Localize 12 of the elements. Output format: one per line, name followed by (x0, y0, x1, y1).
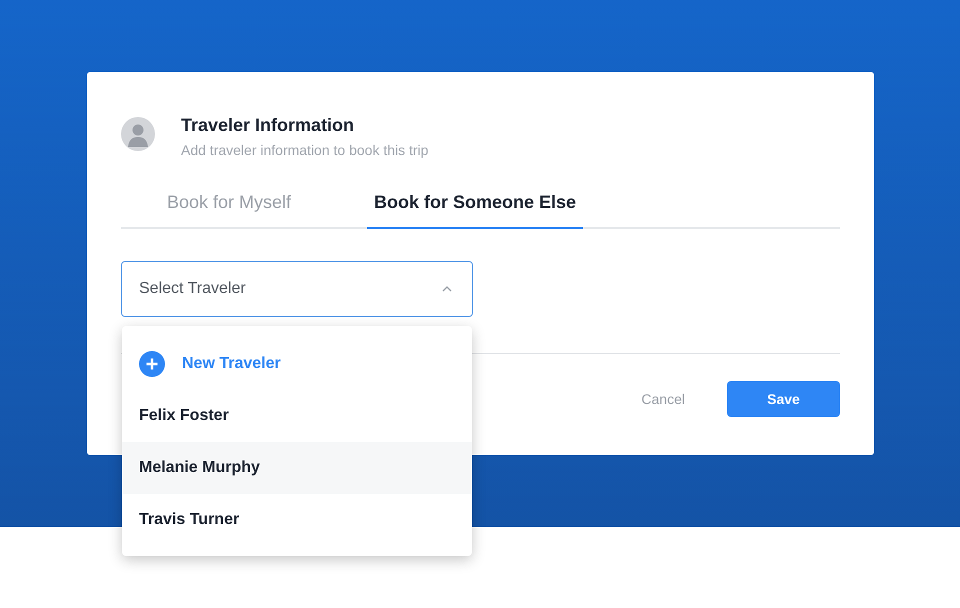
dialog-subtitle: Add traveler information to book this trip (181, 141, 428, 159)
menu-item[interactable]: Travis Turner (122, 494, 472, 546)
menu-item-label: New Traveler (182, 355, 281, 373)
dialog-title: Traveler Information (181, 114, 356, 136)
save-button[interactable]: Save (727, 381, 840, 417)
menu-item[interactable]: Melanie Murphy (122, 442, 472, 494)
menu-item[interactable]: Felix Foster (122, 390, 472, 442)
traveler-select[interactable]: Select Traveler (121, 261, 473, 317)
plus-icon (139, 351, 165, 377)
tab[interactable]: Book for Someone Else (367, 177, 583, 229)
new-traveler-item[interactable]: New Traveler (122, 338, 472, 390)
avatar-icon (121, 117, 155, 151)
